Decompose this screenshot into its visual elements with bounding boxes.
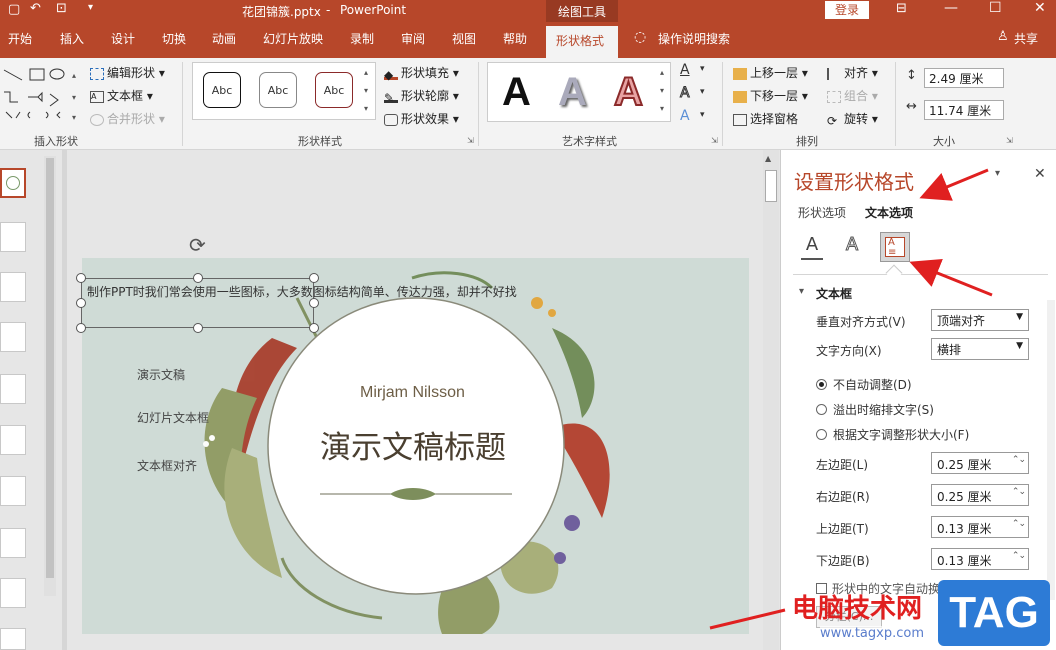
watermark-site-name: 电脑技术网 xyxy=(792,594,923,624)
watermark-url: www.tagxp.com xyxy=(820,626,924,641)
arrow-to-textbox-options xyxy=(909,259,993,297)
arrow-to-pane-title xyxy=(919,168,989,201)
watermark-tag-logo: TAG xyxy=(938,580,1050,646)
arrow-to-watermark xyxy=(709,608,786,630)
annotation-overlay xyxy=(709,168,993,630)
